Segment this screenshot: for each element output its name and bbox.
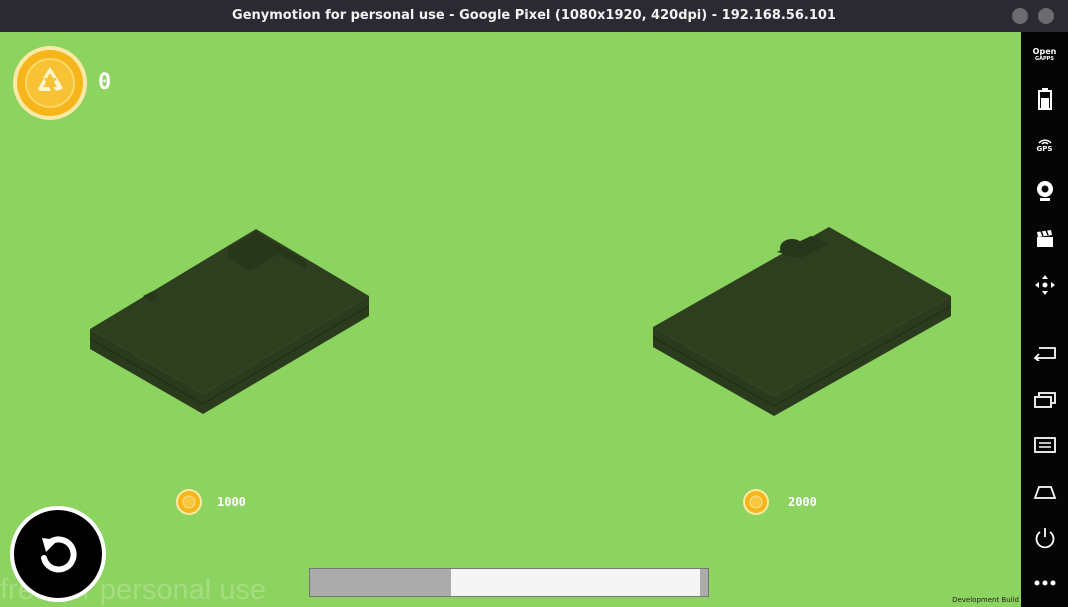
menu-button[interactable] bbox=[1021, 428, 1068, 462]
menu-icon bbox=[1033, 437, 1056, 453]
home-icon bbox=[1033, 486, 1056, 499]
recent-apps-button[interactable] bbox=[1021, 383, 1068, 417]
development-build-label: Development Build bbox=[952, 596, 1019, 604]
power-icon bbox=[1035, 528, 1054, 549]
price-label-2: 2000 bbox=[788, 495, 817, 509]
recent-apps-icon bbox=[1033, 392, 1056, 408]
home-button[interactable] bbox=[1021, 475, 1068, 509]
emulator-sidebar: Open GAPPS GPS bbox=[1021, 32, 1068, 607]
progress-bar bbox=[309, 568, 709, 597]
dpad-button[interactable] bbox=[1021, 268, 1068, 302]
opengapps-label: Open bbox=[1032, 46, 1057, 56]
back-nav-button[interactable] bbox=[1021, 336, 1068, 370]
price-coin-icon bbox=[743, 489, 769, 515]
close-button[interactable] bbox=[1038, 8, 1054, 24]
land-plot-1[interactable] bbox=[88, 226, 373, 418]
media-button[interactable] bbox=[1021, 222, 1068, 256]
gps-button[interactable]: GPS bbox=[1021, 127, 1068, 161]
undo-arrow-icon bbox=[41, 536, 77, 573]
gps-icon bbox=[1037, 139, 1052, 145]
price-label-1: 1000 bbox=[217, 495, 246, 509]
recycle-coin-icon bbox=[13, 46, 87, 120]
battery-button[interactable] bbox=[1021, 82, 1068, 116]
power-button[interactable] bbox=[1021, 521, 1068, 555]
dpad-icon bbox=[1034, 275, 1055, 295]
land-plot-2[interactable] bbox=[651, 224, 956, 420]
webcam-icon bbox=[1036, 181, 1053, 201]
game-viewport: 0 1000 2000 free for personal use Develo… bbox=[0, 32, 1021, 607]
undo-button[interactable] bbox=[10, 506, 106, 602]
window-title: Genymotion for personal use - Google Pix… bbox=[232, 8, 836, 23]
price-coin-icon bbox=[176, 489, 202, 515]
more-icon bbox=[1034, 580, 1055, 586]
minimize-button[interactable] bbox=[1012, 8, 1028, 24]
progress-fill bbox=[451, 569, 700, 596]
battery-icon bbox=[1037, 88, 1052, 110]
gps-label: GPS bbox=[1036, 144, 1053, 153]
webcam-button[interactable] bbox=[1021, 175, 1068, 209]
opengapps-sublabel: GAPPS bbox=[1035, 55, 1054, 62]
media-icon bbox=[1036, 230, 1053, 247]
window-titlebar: Genymotion for personal use - Google Pix… bbox=[0, 0, 1068, 32]
back-icon bbox=[1033, 347, 1056, 361]
opengapps-button[interactable]: Open GAPPS bbox=[1021, 37, 1068, 71]
more-button[interactable] bbox=[1021, 566, 1068, 600]
coin-count: 0 bbox=[98, 70, 112, 95]
